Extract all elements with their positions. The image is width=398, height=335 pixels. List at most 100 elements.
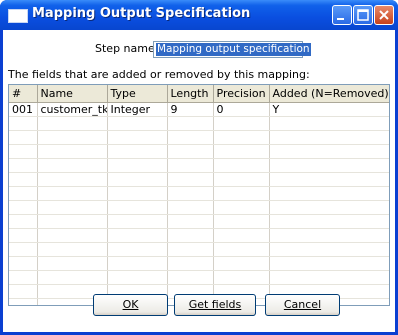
empty-cell[interactable]	[9, 270, 38, 285]
empty-cell[interactable]	[269, 256, 389, 271]
fields-table[interactable]: # Name Type Length Precision Added (N=Re…	[8, 84, 390, 306]
empty-cell[interactable]	[213, 186, 270, 201]
cell-added[interactable]: Y	[269, 102, 389, 117]
empty-cell[interactable]	[9, 214, 38, 229]
empty-cell[interactable]	[167, 116, 214, 131]
ok-button[interactable]: OK	[93, 294, 168, 316]
empty-cell[interactable]	[37, 144, 108, 159]
cell-type[interactable]: Integer	[107, 102, 168, 117]
table-row-empty[interactable]	[9, 144, 389, 159]
empty-cell[interactable]	[167, 256, 214, 271]
empty-cell[interactable]	[107, 116, 168, 131]
empty-cell[interactable]	[167, 214, 214, 229]
empty-cell[interactable]	[213, 116, 270, 131]
table-row-empty[interactable]	[9, 116, 389, 131]
empty-cell[interactable]	[9, 144, 38, 159]
empty-cell[interactable]	[107, 144, 168, 159]
table-row-empty[interactable]	[9, 214, 389, 229]
empty-cell[interactable]	[107, 228, 168, 243]
cell-length[interactable]: 9	[167, 102, 214, 117]
empty-cell[interactable]	[269, 228, 389, 243]
empty-cell[interactable]	[269, 130, 389, 145]
empty-cell[interactable]	[37, 200, 108, 215]
empty-cell[interactable]	[213, 144, 270, 159]
empty-cell[interactable]	[167, 172, 214, 187]
table-row-empty[interactable]	[9, 228, 389, 243]
empty-cell[interactable]	[107, 200, 168, 215]
empty-cell[interactable]	[107, 270, 168, 285]
empty-cell[interactable]	[9, 130, 38, 145]
empty-cell[interactable]	[9, 256, 38, 271]
empty-cell[interactable]	[167, 186, 214, 201]
col-header-added[interactable]: Added (N=Removed)	[269, 85, 389, 103]
empty-cell[interactable]	[213, 214, 270, 229]
empty-cell[interactable]	[37, 242, 108, 257]
cell-precision[interactable]: 0	[213, 102, 270, 117]
empty-cell[interactable]	[107, 242, 168, 257]
step-name-input[interactable]: Mapping output specification	[153, 41, 311, 58]
empty-cell[interactable]	[213, 228, 270, 243]
empty-cell[interactable]	[213, 200, 270, 215]
empty-cell[interactable]	[9, 228, 38, 243]
empty-cell[interactable]	[37, 158, 108, 173]
close-button[interactable]	[374, 5, 394, 25]
empty-cell[interactable]	[269, 200, 389, 215]
cancel-button[interactable]: Cancel	[265, 294, 340, 316]
get-fields-button[interactable]: Get fields	[174, 294, 256, 316]
empty-cell[interactable]	[167, 270, 214, 285]
table-row-empty[interactable]	[9, 200, 389, 215]
empty-cell[interactable]	[213, 242, 270, 257]
empty-cell[interactable]	[37, 116, 108, 131]
empty-cell[interactable]	[37, 256, 108, 271]
title-bar[interactable]: Mapping Output Specification	[0, 0, 398, 30]
cell-name[interactable]: customer_tk	[37, 102, 108, 117]
minimize-button[interactable]	[332, 5, 352, 25]
col-header-type[interactable]: Type	[107, 85, 168, 103]
table-row-empty[interactable]	[9, 270, 389, 285]
col-header-name[interactable]: Name	[37, 85, 108, 103]
empty-cell[interactable]	[9, 200, 38, 215]
empty-cell[interactable]	[37, 186, 108, 201]
empty-cell[interactable]	[167, 158, 214, 173]
empty-cell[interactable]	[107, 256, 168, 271]
empty-cell[interactable]	[9, 116, 38, 131]
empty-cell[interactable]	[167, 200, 214, 215]
empty-cell[interactable]	[213, 256, 270, 271]
empty-cell[interactable]	[213, 270, 270, 285]
table-row-empty[interactable]	[9, 186, 389, 201]
empty-cell[interactable]	[9, 186, 38, 201]
empty-cell[interactable]	[213, 130, 270, 145]
table-row-empty[interactable]	[9, 256, 389, 271]
empty-cell[interactable]	[37, 270, 108, 285]
empty-cell[interactable]	[167, 242, 214, 257]
empty-cell[interactable]	[269, 214, 389, 229]
table-row-empty[interactable]	[9, 130, 389, 145]
empty-cell[interactable]	[167, 144, 214, 159]
table-row-empty[interactable]	[9, 172, 389, 187]
empty-cell[interactable]	[269, 116, 389, 131]
empty-cell[interactable]	[107, 172, 168, 187]
empty-cell[interactable]	[213, 158, 270, 173]
empty-cell[interactable]	[9, 158, 38, 173]
table-row-empty[interactable]	[9, 242, 389, 257]
empty-cell[interactable]	[9, 298, 38, 305]
empty-cell[interactable]	[37, 130, 108, 145]
empty-cell[interactable]	[37, 214, 108, 229]
cell-number[interactable]: 001	[9, 102, 38, 117]
empty-cell[interactable]	[9, 172, 38, 187]
col-header-precision[interactable]: Precision	[213, 85, 270, 103]
empty-cell[interactable]	[213, 172, 270, 187]
empty-cell[interactable]	[37, 172, 108, 187]
empty-cell[interactable]	[107, 130, 168, 145]
empty-cell[interactable]	[9, 284, 38, 299]
table-row[interactable]: 001 customer_tk Integer 9 0 Y	[9, 102, 389, 117]
col-header-length[interactable]: Length	[167, 85, 214, 103]
empty-cell[interactable]	[269, 270, 389, 285]
empty-cell[interactable]	[107, 214, 168, 229]
empty-cell[interactable]	[107, 186, 168, 201]
empty-cell[interactable]	[269, 172, 389, 187]
table-row-empty[interactable]	[9, 158, 389, 173]
empty-cell[interactable]	[269, 158, 389, 173]
empty-cell[interactable]	[107, 158, 168, 173]
empty-cell[interactable]	[269, 144, 389, 159]
